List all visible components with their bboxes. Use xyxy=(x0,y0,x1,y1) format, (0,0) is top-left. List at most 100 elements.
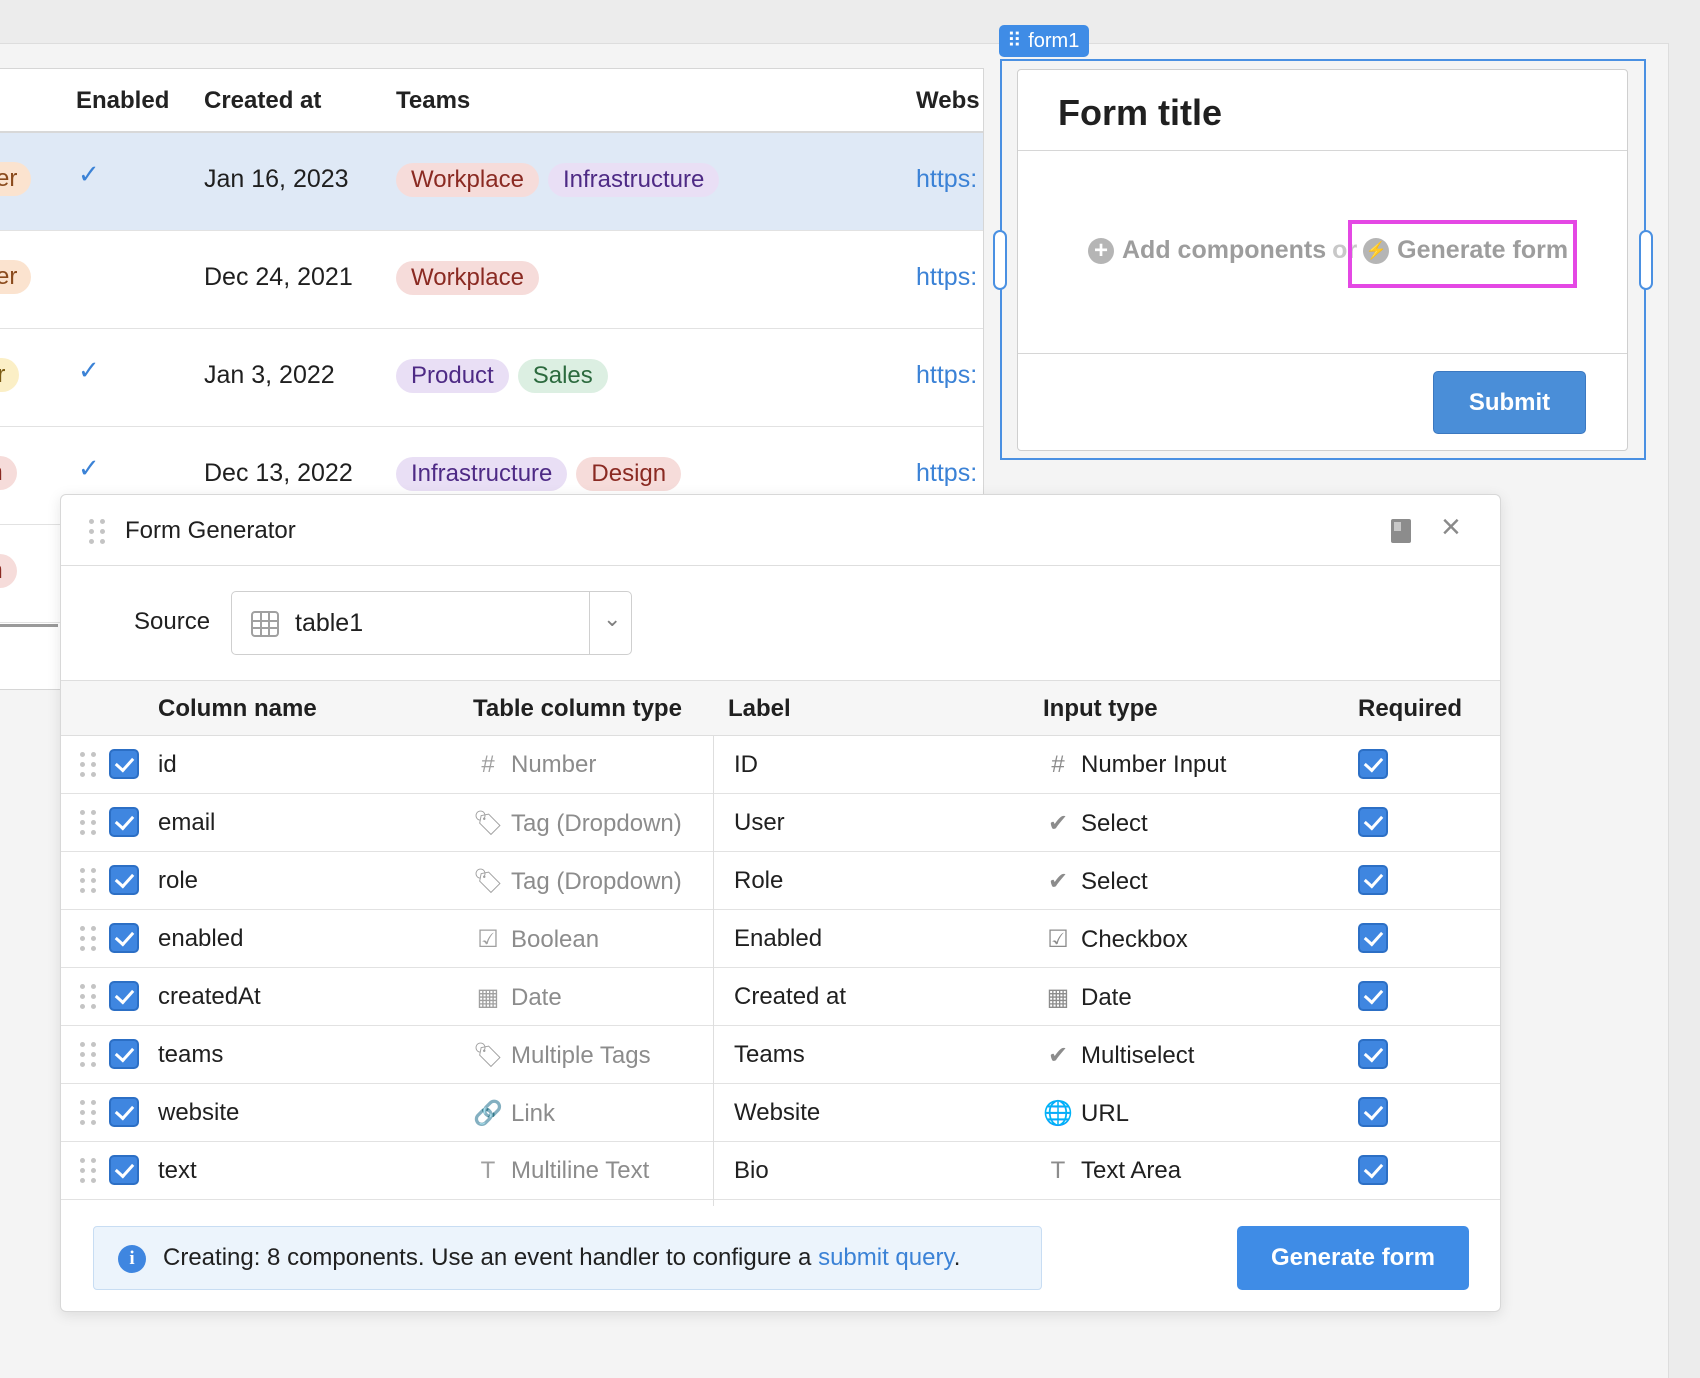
chevron-down-icon[interactable]: ⌄ xyxy=(603,606,621,632)
drag-handle-icon[interactable] xyxy=(80,1158,96,1183)
form1-label[interactable]: ⠿ form1 xyxy=(999,25,1090,57)
close-icon[interactable]: × xyxy=(1441,510,1461,544)
include-checkbox[interactable] xyxy=(109,1097,139,1127)
divider xyxy=(1018,353,1627,354)
table-row[interactable]: ver Dec 24, 2021 Workplace https: xyxy=(0,231,983,329)
include-checkbox[interactable] xyxy=(109,1155,139,1185)
info-icon: i xyxy=(118,1245,146,1273)
created-at-cell: Dec 13, 2022 xyxy=(204,459,353,487)
website-link[interactable]: https: xyxy=(916,459,977,488)
label-input[interactable]: User xyxy=(734,809,785,837)
header-created-at[interactable]: Created at xyxy=(204,87,321,115)
include-checkbox[interactable] xyxy=(109,865,139,895)
table-column-type: 🏷 Tag (Dropdown) xyxy=(473,810,682,837)
dialog-header: Form Generator × xyxy=(61,495,1500,566)
include-checkbox[interactable] xyxy=(109,807,139,837)
drag-handle-icon[interactable] xyxy=(80,1042,96,1067)
include-checkbox[interactable] xyxy=(109,749,139,779)
table-column-type: 🔗 Link xyxy=(473,1100,556,1127)
docs-book-icon[interactable] xyxy=(1391,519,1411,543)
header-label: Label xyxy=(728,695,791,722)
role-tag: ver xyxy=(0,260,32,294)
label-input[interactable]: Bio xyxy=(734,1157,769,1185)
input-type-select[interactable]: ▦ Date xyxy=(1043,983,1132,1012)
table-column-type: ☑ Boolean xyxy=(473,925,599,954)
drag-handle-icon[interactable] xyxy=(80,926,96,951)
drag-handle-icon[interactable] xyxy=(80,1100,96,1125)
source-select[interactable]: table1 ⌄ xyxy=(231,591,632,655)
divider xyxy=(589,592,590,654)
input-type-select[interactable]: T Text Area xyxy=(1043,1157,1181,1185)
required-checkbox[interactable] xyxy=(1358,807,1388,837)
submit-query-link[interactable]: submit query xyxy=(818,1244,954,1271)
header-column-name: Column name xyxy=(158,695,317,722)
input-type-select[interactable]: 🌐 URL xyxy=(1043,1099,1129,1128)
header-enabled[interactable]: Enabled xyxy=(76,87,169,115)
website-link[interactable]: https: xyxy=(916,263,977,292)
include-checkbox[interactable] xyxy=(109,981,139,1011)
drag-handle-icon[interactable] xyxy=(80,984,96,1009)
website-link[interactable]: https: xyxy=(916,165,977,194)
header-website[interactable]: Webs xyxy=(916,87,980,115)
include-checkbox[interactable] xyxy=(109,923,139,953)
header-teams[interactable]: Teams xyxy=(396,87,470,115)
resize-handle-right[interactable] xyxy=(1639,230,1653,290)
drag-handle-icon[interactable] xyxy=(80,752,96,777)
required-checkbox[interactable] xyxy=(1358,749,1388,779)
role-tag: or xyxy=(0,358,20,392)
required-checkbox[interactable] xyxy=(1358,981,1388,1011)
label-input[interactable]: Website xyxy=(734,1099,820,1127)
required-checkbox[interactable] xyxy=(1358,1155,1388,1185)
table-grid-icon xyxy=(251,611,279,637)
header-input-type: Input type xyxy=(1043,695,1158,722)
label-input[interactable]: Enabled xyxy=(734,925,822,953)
label-input[interactable]: Teams xyxy=(734,1041,805,1069)
teams-cell: Workplace xyxy=(396,261,548,295)
table-row[interactable]: or ✓ Jan 3, 2022 ProductSales https: xyxy=(0,329,983,427)
form-title[interactable]: Form title xyxy=(1058,92,1222,134)
table-column-type: # Number xyxy=(473,751,596,779)
input-type-icon: ☑ xyxy=(1047,926,1069,953)
column-type-icon: T xyxy=(480,1157,496,1184)
resize-handle-left[interactable] xyxy=(993,230,1007,290)
generate-form-button[interactable]: Generate form xyxy=(1237,1226,1469,1290)
divider xyxy=(1018,150,1627,151)
input-type-select[interactable]: ✔ Select xyxy=(1043,809,1148,838)
generator-row: role 🏷 Tag (Dropdown) Role ✔ Select xyxy=(61,852,1500,910)
label-input[interactable]: Created at xyxy=(734,983,846,1011)
source-label: Source xyxy=(134,608,211,635)
table-scrollbar[interactable] xyxy=(0,624,58,627)
column-name: enabled xyxy=(158,925,244,952)
input-type-select[interactable]: # Number Input xyxy=(1043,751,1226,779)
input-type-icon: ✔ xyxy=(1047,810,1069,837)
label-input[interactable]: Role xyxy=(734,867,783,895)
table-row[interactable]: ver ✓ Jan 16, 2023 WorkplaceInfrastructure h… xyxy=(0,133,983,231)
info-banner: i Creating: 8 components. Use an event h… xyxy=(93,1226,1042,1290)
teams-cell: Workplace Infrastructure xyxy=(396,163,728,197)
include-checkbox[interactable] xyxy=(109,1039,139,1069)
column-name: website xyxy=(158,1099,240,1126)
input-type-select[interactable]: ☑ Checkbox xyxy=(1043,925,1188,954)
drag-handle-icon[interactable] xyxy=(89,519,105,544)
column-name: teams xyxy=(158,1041,224,1068)
required-checkbox[interactable] xyxy=(1358,923,1388,953)
column-type-icon: ▦ xyxy=(476,984,500,1011)
table-header: Enabled Created at Teams Webs xyxy=(0,69,983,133)
drag-handle-icon[interactable] xyxy=(80,868,96,893)
required-checkbox[interactable] xyxy=(1358,1097,1388,1127)
add-components-link[interactable]: Add components xyxy=(1122,236,1326,265)
input-type-icon: ▦ xyxy=(1046,984,1070,1011)
input-type-select[interactable]: ✔ Multiselect xyxy=(1043,1041,1194,1070)
column-divider xyxy=(713,735,714,1206)
enabled-check-icon: ✓ xyxy=(78,453,100,483)
input-type-icon: ✔ xyxy=(1047,868,1069,895)
input-type-select[interactable]: ✔ Select xyxy=(1043,867,1148,896)
required-checkbox[interactable] xyxy=(1358,865,1388,895)
website-link[interactable]: https: xyxy=(916,361,977,390)
label-input[interactable]: ID xyxy=(734,751,758,779)
column-type-icon: ☑ xyxy=(477,926,499,953)
required-checkbox[interactable] xyxy=(1358,1039,1388,1069)
drag-handle-icon[interactable] xyxy=(80,810,96,835)
submit-button[interactable]: Submit xyxy=(1433,371,1586,434)
generator-row: email 🏷 Tag (Dropdown) User ✔ Select xyxy=(61,794,1500,852)
